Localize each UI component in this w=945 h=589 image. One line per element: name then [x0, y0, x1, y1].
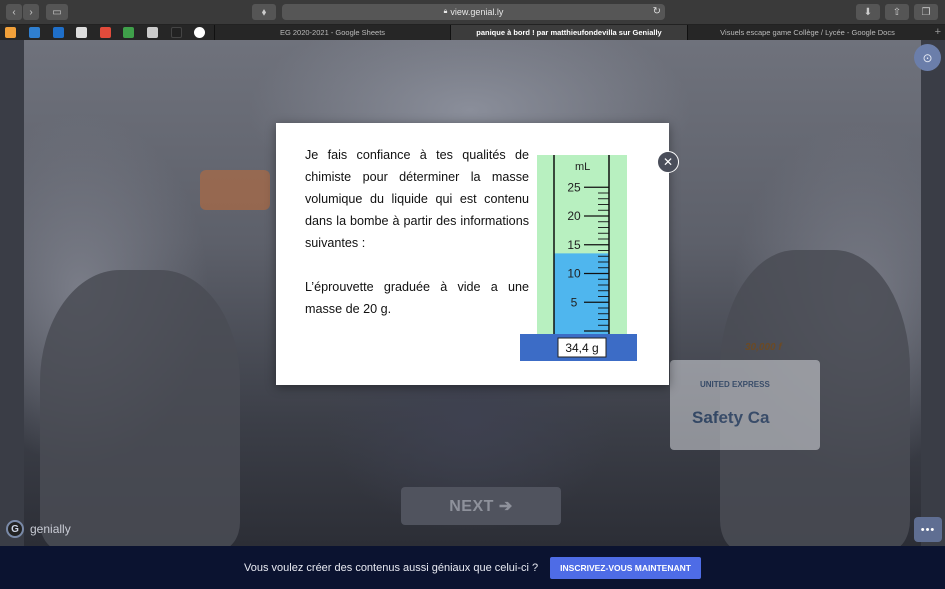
modal-paragraph-1: Je fais confiance à tes qualités de chim… [305, 148, 529, 250]
bookmark-favicon-icon[interactable] [171, 27, 182, 38]
share-icon: ⇧ [892, 6, 902, 18]
tick-label: 15 [567, 238, 581, 252]
seat-left [40, 270, 240, 546]
tick-label: 10 [567, 267, 581, 281]
signup-banner: Vous voulez créer des contenus aussi gén… [0, 546, 945, 589]
next-button[interactable]: NEXT ➔ [401, 487, 561, 525]
forward-button[interactable]: › [23, 4, 39, 20]
genially-logo-icon: G [6, 520, 24, 538]
google-icon[interactable] [194, 27, 205, 38]
bookmark-favicon-icon[interactable] [76, 27, 87, 38]
cylinder-liquid [554, 253, 609, 335]
signup-button[interactable]: INSCRIVEZ-VOUS MAINTENANT [550, 556, 701, 579]
reload-icon[interactable]: ↻ [653, 6, 661, 17]
tab-genially[interactable]: panique à bord ! par matthieufondevilla … [450, 25, 687, 40]
info-modal: Je fais confiance à tes qualités de chim… [276, 123, 669, 385]
gmail-icon[interactable] [100, 27, 111, 38]
safety-brand: UNITED EXPRESS [700, 380, 770, 389]
bookmark-favicon-icon[interactable] [5, 27, 16, 38]
browser-toolbar: ‹ › ▭ ⬧ 🔒︎ view.genial.ly ↻ ⬇ ⇧ ❐ [0, 0, 945, 25]
tab-bar: EG 2020-2021 - Google Sheets panique à b… [0, 25, 945, 40]
tag-button[interactable]: ⬧ [252, 4, 276, 20]
bookmark-favicon-icon[interactable] [147, 27, 158, 38]
cylinder-unit: mL [575, 161, 590, 173]
tab-google-sheets[interactable]: EG 2020-2021 - Google Sheets [214, 25, 450, 40]
right-edge [921, 40, 945, 546]
left-edge [0, 40, 24, 546]
outlook-icon[interactable] [53, 27, 64, 38]
tabs-overview-button[interactable]: ❐ [914, 4, 938, 20]
bookmark-favicon-icon[interactable] [29, 27, 40, 38]
share-button[interactable]: ⇧ [885, 4, 909, 20]
scale-reading: 34,4 g [565, 341, 598, 355]
tick-label: 5 [571, 295, 578, 309]
tick-label: 20 [567, 209, 581, 223]
safety-label: Safety Ca [692, 408, 770, 427]
lock-icon[interactable]: ⊙ [914, 44, 941, 71]
download-button[interactable]: ⬇ [856, 4, 880, 20]
more-options-button[interactable]: ••• [914, 517, 942, 542]
banner-text: Vous voulez créer des contenus aussi gén… [244, 561, 539, 574]
modal-text: Je fais confiance à tes qualités de chim… [305, 144, 529, 320]
sidebar-icon: ▭ [52, 6, 62, 18]
close-modal-button[interactable]: ✕ [657, 151, 679, 173]
modal-paragraph-2: L’éprouvette graduée à vide a une masse … [305, 280, 529, 316]
brand-name: genially [30, 522, 71, 536]
sidebar-toggle-button[interactable]: ▭ [46, 4, 68, 20]
genially-logo[interactable]: G genially [6, 520, 71, 538]
chevron-right-icon: › [29, 6, 33, 18]
new-tab-icon[interactable]: + [935, 25, 941, 40]
url-text: view.genial.ly [450, 7, 504, 17]
download-icon: ⬇ [863, 6, 873, 18]
close-icon: ✕ [662, 155, 674, 169]
chevron-left-icon: ‹ [12, 6, 16, 18]
tabs-icon: ❐ [921, 6, 931, 18]
passenger-blur [200, 170, 270, 210]
drive-icon[interactable] [123, 27, 134, 38]
address-bar[interactable]: 🔒︎ view.genial.ly ↻ [282, 4, 665, 20]
graduated-cylinder-illustration: mL 25 20 15 10 5 34,4 g [520, 155, 637, 361]
tab-google-docs[interactable]: Visuels escape game Collège / Lycée - Go… [687, 25, 927, 40]
tag-icon: ⬧ [261, 6, 267, 18]
back-button[interactable]: ‹ [6, 4, 22, 20]
safety-card: UNITED EXPRESS Safety Ca [670, 360, 820, 450]
seat-sign: 30,000 f [745, 342, 782, 353]
lock-icon: 🔒︎ [443, 8, 448, 15]
tick-label: 25 [567, 180, 581, 194]
